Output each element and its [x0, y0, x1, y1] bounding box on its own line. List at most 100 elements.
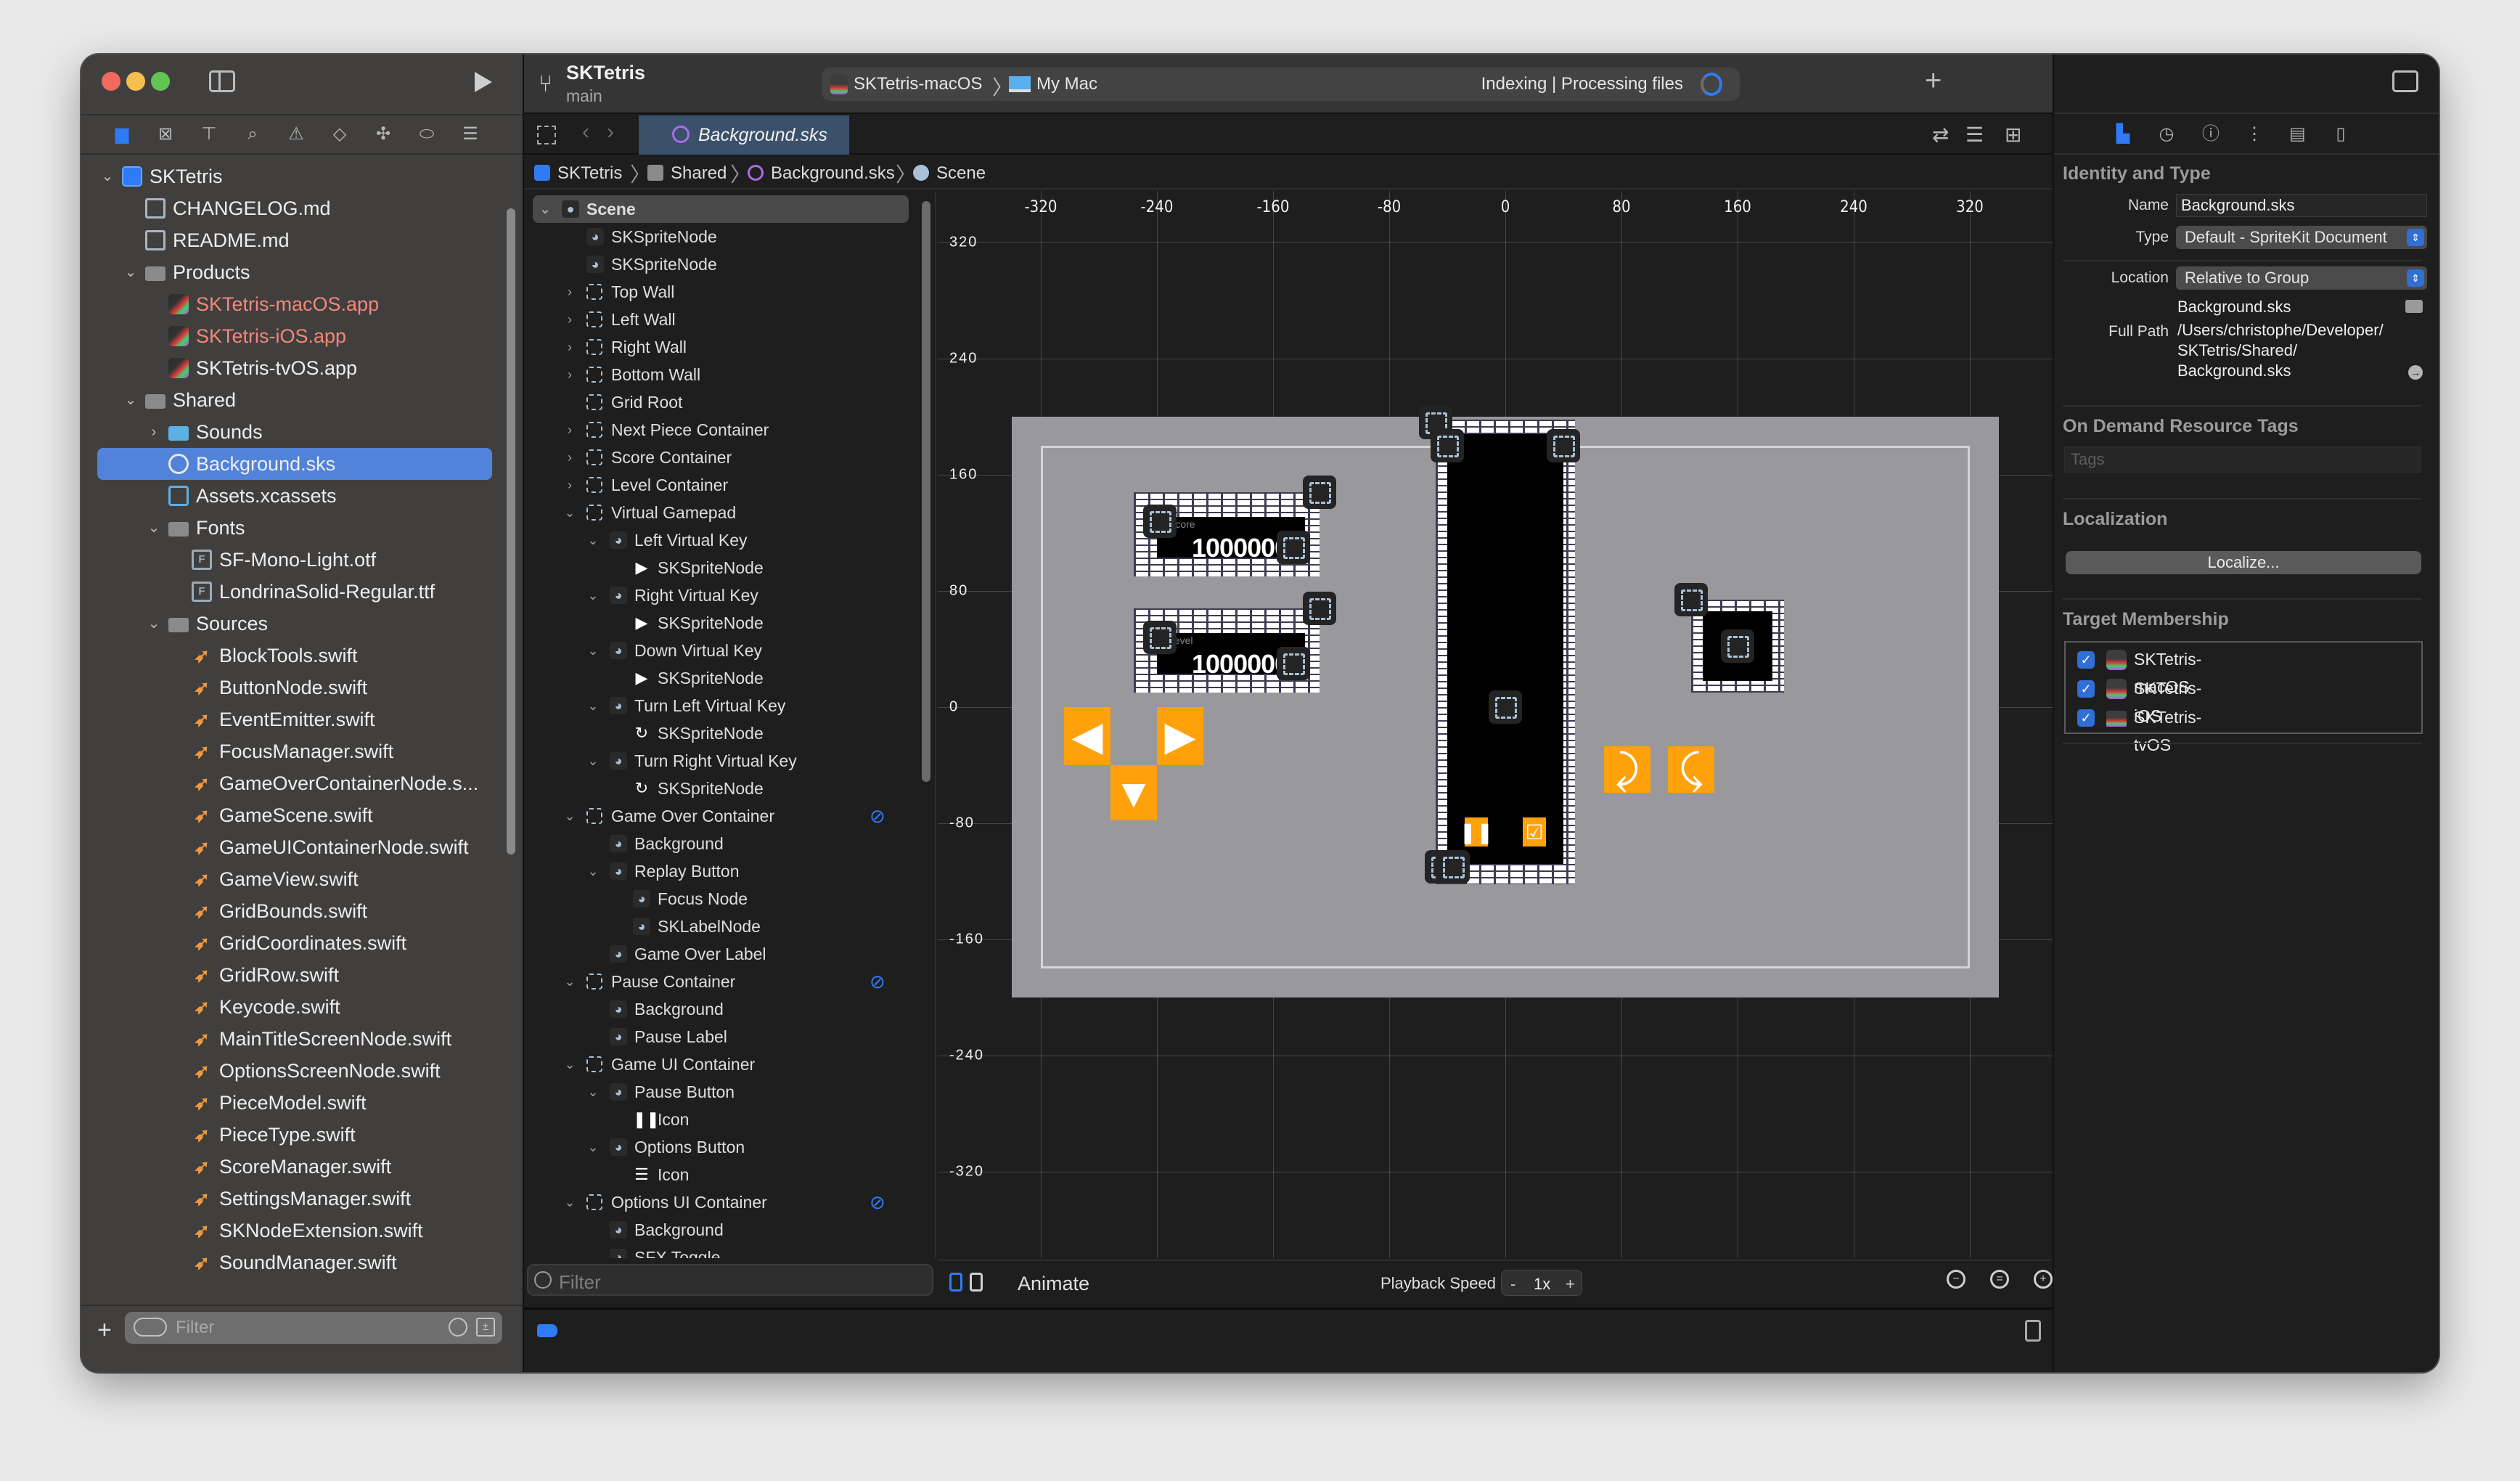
chevron-down-icon[interactable]: ⌄ [563, 1050, 576, 1078]
navigator-item[interactable]: ➶ ScoreManager.swift [81, 1151, 510, 1183]
checkbox-checked-icon[interactable]: ✓ [2077, 651, 2095, 669]
navigator-item[interactable]: Assets.xcassets [81, 480, 510, 512]
navigator-item[interactable]: ⌄ Fonts [81, 512, 510, 544]
navigator-item[interactable]: ➶ GameView.swift [81, 863, 510, 895]
show-outline-toggle[interactable] [949, 1273, 962, 1292]
zoom-in-icon[interactable]: + [2034, 1270, 2053, 1289]
navigator-item[interactable]: ⌄ SKTetris [81, 160, 510, 192]
related-items-icon[interactable] [537, 126, 556, 144]
navigator-item[interactable]: README.md [81, 224, 510, 256]
navigator-item[interactable]: ➶ GridBounds.swift [81, 895, 510, 927]
outline-node[interactable]: ☰ Icon [524, 1161, 935, 1188]
type-select[interactable]: Default - SpriteKit Document ⇕ [2176, 226, 2427, 249]
tags-field[interactable]: Tags [2064, 446, 2421, 473]
add-file-button[interactable]: + [97, 1316, 112, 1345]
chevron-down-icon[interactable]: ⌄ [563, 968, 576, 995]
navigator-scrollbar[interactable] [507, 208, 515, 854]
chevron-right-icon[interactable]: › [563, 471, 576, 499]
close-window-button[interactable] [102, 72, 120, 91]
outline-node[interactable]: › Bottom Wall [524, 361, 935, 388]
hidden-eye-icon[interactable]: ⊘ [870, 1188, 885, 1216]
outline-node[interactable]: ◕ SKSpriteNode [524, 223, 935, 250]
chevron-down-icon[interactable]: ⌄ [563, 1188, 576, 1216]
navigator-item[interactable]: F SF-Mono-Light.otf [81, 544, 510, 576]
breakpoints-toggle-icon[interactable] [537, 1324, 557, 1337]
chevron-down-icon[interactable]: ⌄ [586, 582, 600, 609]
chevron-down-icon[interactable]: ⌄ [563, 802, 576, 830]
node-handle-icon[interactable] [1143, 621, 1177, 654]
hidden-eye-icon[interactable]: ⊘ [870, 802, 885, 830]
right-key-button[interactable]: ▶ [1157, 707, 1203, 765]
outline-node[interactable]: ⌄ Virtual Gamepad [524, 499, 935, 526]
navigator-item[interactable]: ⌄ Shared [81, 384, 510, 416]
navigator-item[interactable]: ➶ GridRow.swift [81, 959, 510, 991]
outline-node[interactable]: ↻ SKSpriteNode [524, 775, 935, 802]
navigator-item[interactable]: ➶ Keycode.swift [81, 991, 510, 1023]
destination-selector[interactable]: My Mac [1036, 74, 1097, 94]
chevron-down-icon[interactable]: ⌄ [123, 256, 138, 288]
source-control-icon[interactable]: ⊠ [157, 126, 174, 143]
debug-icon[interactable]: ✣ [375, 126, 392, 143]
outline-scrollbar[interactable] [922, 201, 930, 782]
navigator-item[interactable]: › Sounds [81, 416, 510, 448]
outline-node[interactable]: ⌄ ◕ Options Button [524, 1133, 935, 1161]
navigator-item[interactable]: ➶ GameScene.swift [81, 799, 510, 831]
chevron-right-icon[interactable]: › [563, 333, 576, 361]
identity-icon[interactable]: ▤ [2289, 125, 2306, 144]
chevron-right-icon[interactable]: › [563, 416, 576, 444]
outline-node[interactable]: › Right Wall [524, 333, 935, 361]
left-key-button[interactable]: ◀ [1064, 707, 1110, 765]
outline-node[interactable]: ⌄ Game Over Container ⊘ [524, 802, 935, 830]
forward-button[interactable]: › [607, 120, 614, 144]
outline-node[interactable]: ⌄ ◕ Replay Button [524, 857, 935, 885]
zoom-out-icon[interactable]: − [1947, 1270, 1965, 1289]
node-handle-icon[interactable] [1303, 476, 1336, 509]
source-control-filter-icon[interactable]: ± [476, 1318, 495, 1337]
chevron-right-icon[interactable]: › [563, 306, 576, 333]
search-icon[interactable]: ⌕ [244, 126, 261, 143]
breadcrumb-project[interactable]: SKTetris [534, 163, 622, 184]
outline-node[interactable]: ◕ SKLabelNode [524, 913, 935, 940]
debug-area-toggle-icon[interactable] [2025, 1320, 2041, 1342]
chevron-right-icon[interactable]: › [563, 278, 576, 306]
navigator-item[interactable]: ➶ BlockTools.swift [81, 640, 510, 672]
navigator-item[interactable]: ⌄ Products [81, 256, 510, 288]
editor-options-icon[interactable]: ☰ [1965, 123, 1984, 147]
folder-icon[interactable]: ▆ [113, 126, 131, 143]
outline-node[interactable]: ◕ Background [524, 830, 935, 857]
chevron-down-icon[interactable]: ⌄ [147, 512, 161, 544]
chevron-down-icon[interactable]: ⌄ [586, 747, 600, 775]
turn-left-key-button[interactable]: ⤸ [1604, 746, 1650, 793]
branch-name[interactable]: main [566, 86, 602, 106]
minimize-window-button[interactable] [126, 72, 145, 91]
breadcrumb-shared[interactable]: Shared [647, 163, 727, 184]
outline-node[interactable]: › Next Piece Container [524, 416, 935, 444]
outline-node[interactable]: ▶ SKSpriteNode [524, 609, 935, 637]
reveal-in-finder-icon[interactable]: → [2408, 365, 2423, 380]
reveal-folder-icon[interactable] [2405, 300, 2423, 313]
speed-decrease-button[interactable]: - [1510, 1275, 1515, 1294]
warning-icon[interactable]: ⚠ [287, 126, 305, 143]
recent-files-icon[interactable] [449, 1318, 467, 1337]
outline-node[interactable]: ⌄ ◕ Down Virtual Key [524, 637, 935, 664]
node-handle-icon[interactable] [1277, 647, 1310, 680]
node-handle-icon[interactable] [1143, 505, 1177, 538]
navigator-item[interactable]: ➶ EventEmitter.swift [81, 703, 510, 735]
navigator-item[interactable]: ➶ SoundManager.swift [81, 1247, 510, 1274]
outline-node[interactable]: ⌄ Game UI Container [524, 1050, 935, 1078]
chevron-down-icon[interactable]: ⌄ [586, 857, 600, 885]
checkbox-checked-icon[interactable]: ✓ [2077, 680, 2095, 698]
navigator-item[interactable]: ➶ FocusManager.swift [81, 735, 510, 767]
chevron-right-icon[interactable]: › [563, 444, 576, 471]
location-select[interactable]: Relative to Group ⇕ [2176, 266, 2427, 290]
zoom-window-button[interactable] [151, 72, 170, 91]
chevron-down-icon[interactable]: ⌄ [123, 384, 138, 416]
outline-node[interactable]: ⌄ ◕ Left Virtual Key [524, 526, 935, 554]
outline-node[interactable]: ◕ Focus Node [524, 885, 935, 913]
sidebar-toggle-icon[interactable] [209, 70, 235, 92]
breadcrumb-scene[interactable]: Scene [913, 163, 986, 184]
outline-node[interactable]: ⌄ ● Scene [533, 195, 909, 223]
outline-node[interactable]: ❚❚ Icon [524, 1106, 935, 1133]
playback-speed-stepper[interactable]: - 1x + [1501, 1270, 1582, 1296]
chevron-down-icon[interactable]: ⌄ [147, 608, 161, 640]
